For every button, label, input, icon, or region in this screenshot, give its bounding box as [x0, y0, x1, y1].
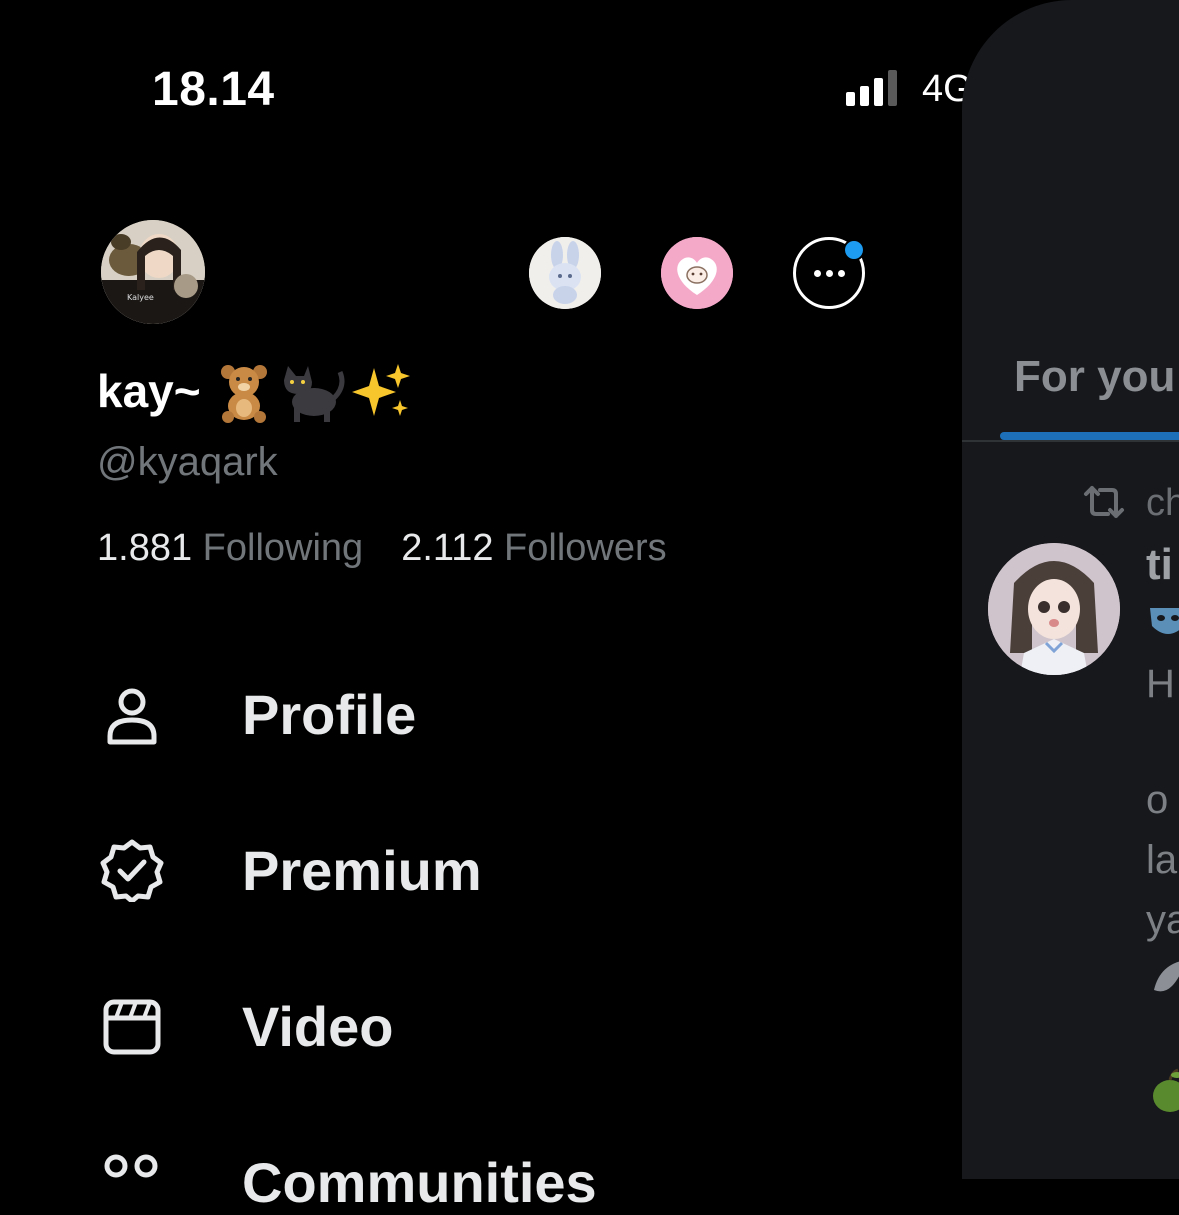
post-text: la	[1146, 838, 1178, 882]
post-author-name[interactable]: ti	[1146, 540, 1173, 590]
following-link[interactable]: 1.881 Following	[97, 527, 363, 570]
menu-item-communities[interactable]: Communities	[100, 1150, 597, 1214]
retweet-icon	[1084, 486, 1124, 518]
green-apple-emoji	[1153, 1068, 1179, 1112]
svg-text:Kalyee: Kalyee	[127, 293, 154, 302]
display-name[interactable]: kay~	[97, 364, 201, 418]
verified-badge-icon	[100, 839, 164, 902]
menu-label: Profile	[242, 683, 417, 746]
notification-dot	[843, 239, 865, 261]
menu-label: Communities	[242, 1151, 597, 1214]
post-text: o	[1146, 778, 1169, 822]
video-clapper-icon	[103, 999, 161, 1055]
status-time: 18.14	[152, 63, 275, 116]
sparkles-emoji	[352, 364, 410, 416]
theater-mask-emoji	[1150, 608, 1179, 634]
menu-label: Video	[242, 995, 394, 1058]
followers-count: 2.112	[401, 527, 494, 569]
switch-account-avatar[interactable]	[529, 237, 601, 309]
communities-icon	[104, 1154, 158, 1178]
followers-link[interactable]: 2.112 Followers	[401, 527, 666, 570]
tabs-divider	[962, 440, 1179, 442]
user-handle: @kyaqark	[97, 440, 278, 484]
post-text: ya	[1146, 898, 1179, 942]
active-tab-indicator	[1000, 432, 1179, 440]
followers-label: Followers	[504, 527, 667, 569]
retweeted-by[interactable]: ch	[1146, 482, 1179, 525]
black-cat-emoji	[284, 366, 345, 422]
post-text: H	[1146, 662, 1175, 706]
signal-strength-icon	[846, 70, 897, 106]
display-name-emojis	[212, 360, 414, 424]
follow-stats: 1.881 Following 2.112 Followers	[97, 527, 705, 570]
post-author-avatar[interactable]	[988, 543, 1120, 675]
menu-item-profile[interactable]: Profile	[100, 682, 416, 746]
teddy-bear-emoji	[221, 365, 267, 423]
menu-item-premium[interactable]: Premium	[100, 838, 482, 902]
following-label: Following	[202, 527, 364, 569]
tab-for-you[interactable]: For you	[1014, 352, 1175, 402]
menu-item-video[interactable]: Video	[100, 994, 393, 1058]
switch-account-avatar[interactable]	[661, 237, 733, 309]
person-icon	[107, 688, 157, 745]
following-count: 1.881	[97, 527, 193, 569]
wing-emoji	[1154, 961, 1179, 992]
home-feed-panel[interactable]: For you ch ti H o la ya	[962, 0, 1179, 1179]
menu-label: Premium	[242, 839, 482, 902]
user-avatar[interactable]: Kalyee	[101, 220, 205, 324]
